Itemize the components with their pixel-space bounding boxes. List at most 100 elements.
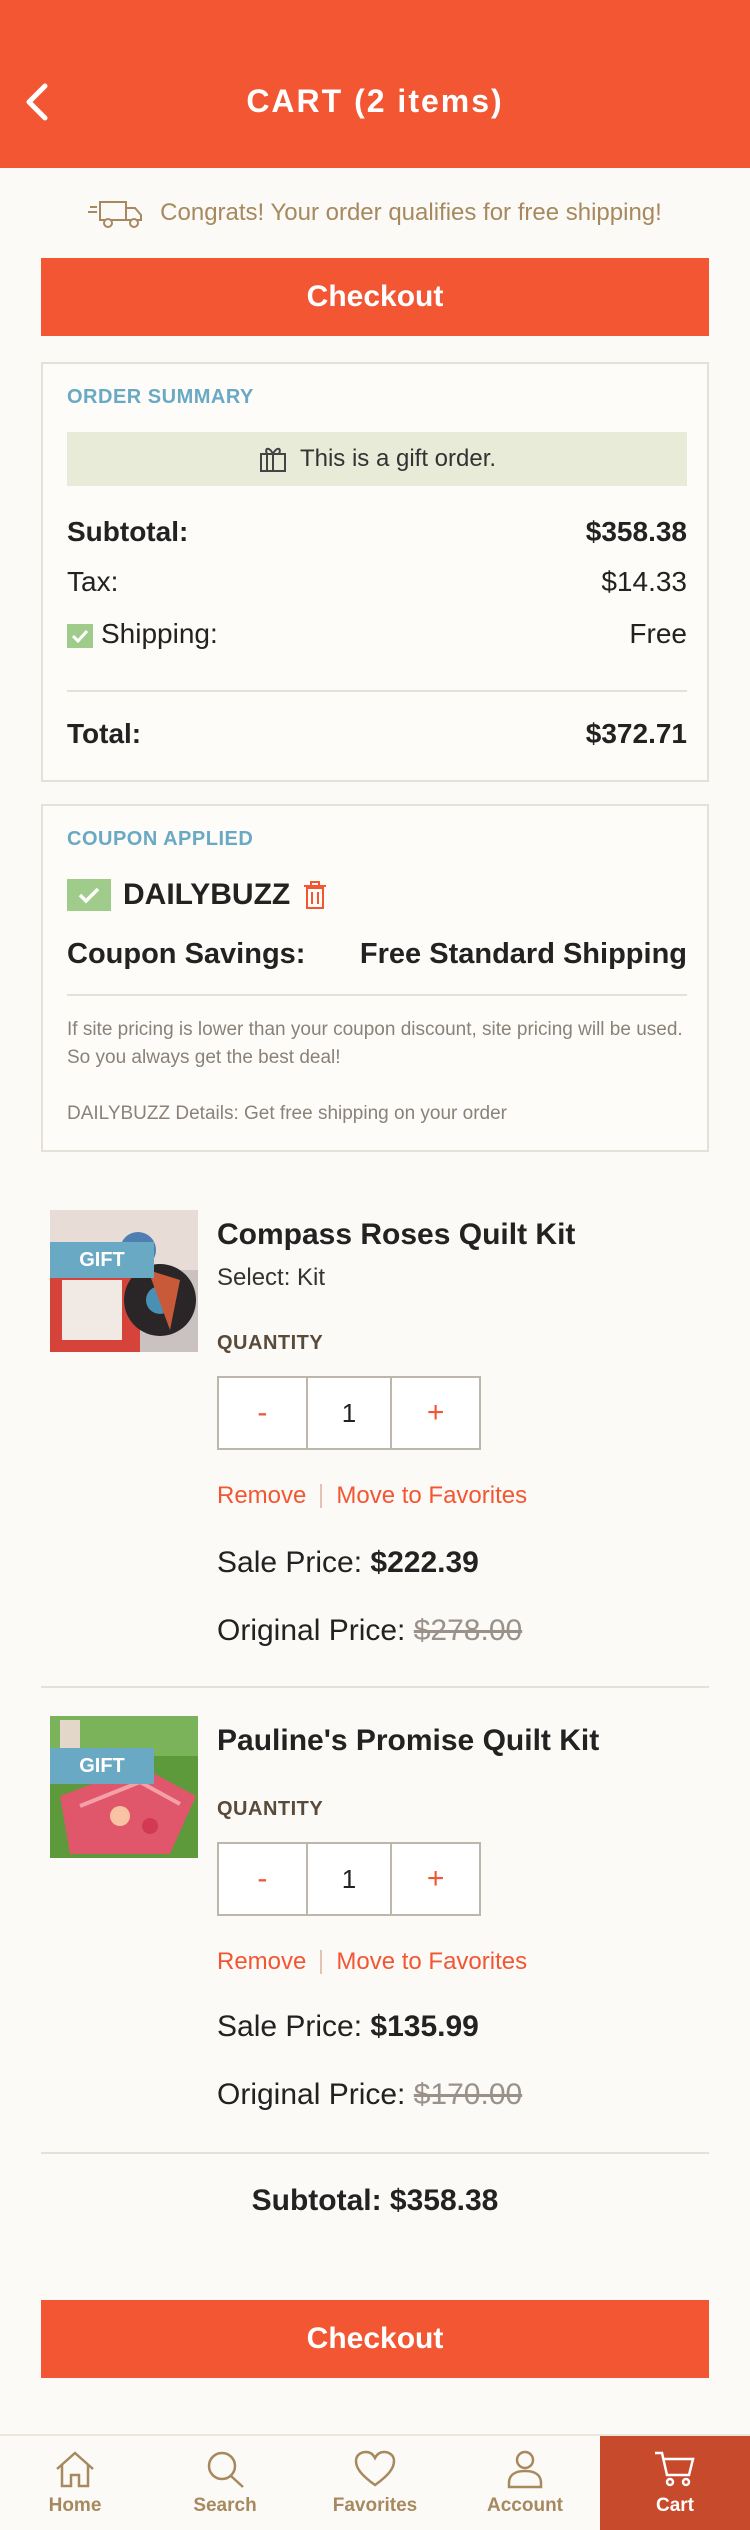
checkout-button-bottom[interactable]: Checkout (41, 2300, 709, 2378)
coupon-divider (67, 994, 687, 996)
checkout-button-top[interactable]: Checkout (41, 258, 709, 336)
sale-price-value: $135.99 (370, 2010, 479, 2043)
link-separator (320, 1950, 323, 1974)
gift-order-note: This is a gift order. (67, 432, 687, 486)
coupon-details: DAILYBUZZ Details: Get free shipping on … (67, 1103, 508, 1124)
quantity-value[interactable]: 1 (305, 1378, 393, 1448)
move-to-favorites-link[interactable]: Move to Favorites (336, 1482, 527, 1510)
bottom-tab-bar: Home Search Favorites Account Cart (0, 2434, 750, 2530)
shipping-value: Free (629, 618, 687, 649)
sale-price-label: Sale Price: (217, 1546, 363, 1579)
back-button[interactable] (14, 76, 58, 128)
increase-quantity-button[interactable]: + (392, 1844, 479, 1914)
original-price-label: Original Price: (217, 1614, 406, 1647)
order-summary-label: ORDER SUMMARY (67, 386, 254, 408)
move-to-favorites-link[interactable]: Move to Favorites (336, 1948, 527, 1976)
quantity-stepper: - 1 + (217, 1376, 481, 1450)
sale-price-value: $222.39 (370, 1546, 479, 1579)
free-shipping-message: Congrats! Your order qualifies for free … (160, 199, 662, 226)
tab-label: Home (48, 2495, 102, 2516)
remove-link[interactable]: Remove (217, 1482, 306, 1510)
product-option: Select: Kit (217, 1264, 326, 1291)
tab-search[interactable]: Search (150, 2436, 300, 2530)
subtotal-value: $358.38 (585, 516, 687, 547)
remove-link[interactable]: Remove (217, 1948, 306, 1976)
sale-price-label: Sale Price: (217, 2010, 363, 2043)
gift-badge: GIFT (50, 1242, 154, 1278)
total-value: $372.71 (585, 718, 687, 749)
check-icon (67, 623, 93, 648)
tab-label: Cart (655, 2495, 694, 2516)
coupon-label: COUPON APPLIED (67, 828, 254, 850)
shipping-label-wrap: Shipping: (67, 618, 218, 650)
page-title: CART (2 items) (246, 82, 504, 119)
free-shipping-banner: Congrats! Your order qualifies for free … (0, 190, 750, 236)
tab-account[interactable]: Account (450, 2436, 600, 2530)
coupon-savings-row: Coupon Savings: Free Standard Shipping (67, 938, 687, 971)
original-price-label: Original Price: (217, 2078, 406, 2111)
quilt-image-icon (50, 1716, 198, 1858)
subtotal-label: Subtotal: (67, 516, 189, 547)
decrease-quantity-button[interactable]: - (219, 1844, 306, 1914)
search-icon (207, 2451, 244, 2488)
shipping-label: Shipping: (101, 618, 218, 649)
truck-icon (88, 201, 143, 228)
coupon-savings-label: Coupon Savings: (67, 938, 306, 970)
coupon-savings-value: Free Standard Shipping (359, 938, 687, 970)
quilt-image-icon (50, 1210, 198, 1352)
chevron-left-icon (26, 83, 48, 121)
item-divider (41, 2152, 709, 2154)
original-price: Original Price: $278.00 (217, 1614, 522, 1648)
cart-icon (655, 2451, 695, 2487)
cart-subtotal: Subtotal: $358.38 (251, 2184, 499, 2217)
cart-header: CART (2 items) (0, 0, 750, 168)
remove-coupon-button[interactable] (302, 880, 328, 910)
tab-favorites[interactable]: Favorites (300, 2436, 450, 2530)
gift-icon (259, 447, 286, 472)
order-summary-card: ORDER SUMMARY This is a gift order. Subt… (41, 362, 709, 782)
total-row: Total: $372.71 (67, 718, 687, 750)
sale-price: Sale Price: $222.39 (217, 1546, 479, 1580)
item-divider (41, 1686, 709, 1688)
shipping-row: Shipping: Free (67, 618, 687, 650)
tax-value: $14.33 (601, 566, 687, 597)
original-price: Original Price: $170.00 (217, 2078, 522, 2112)
cart-item: GIFT Pauline's Promise Quilt Kit QUANTIT… (41, 1714, 709, 2114)
tax-row: Tax: $14.33 (67, 566, 687, 598)
subtotal-row: Subtotal: $358.38 (67, 516, 687, 548)
cart-item: GIFT Compass Roses Quilt Kit Select: Kit… (41, 1206, 709, 1656)
home-icon (56, 2451, 94, 2488)
original-price-value: $278.00 (413, 1614, 523, 1647)
summary-divider (67, 690, 687, 692)
product-name[interactable]: Pauline's Promise Quilt Kit (217, 1724, 599, 1758)
quantity-label: QUANTITY (217, 1332, 324, 1354)
tax-label: Tax: (67, 566, 119, 597)
increase-quantity-button[interactable]: + (392, 1378, 479, 1448)
coupon-card: COUPON APPLIED DAILYBUZZ Coupon Savings:… (41, 804, 709, 1152)
product-thumbnail[interactable]: GIFT (50, 1210, 198, 1352)
product-thumbnail[interactable]: GIFT (50, 1716, 198, 1858)
total-label: Total: (67, 718, 142, 749)
quantity-value[interactable]: 1 (305, 1844, 393, 1914)
tab-cart[interactable]: Cart (600, 2436, 750, 2530)
link-separator (320, 1484, 323, 1508)
heart-icon (354, 2450, 396, 2487)
item-actions: Remove Move to Favorites (217, 1948, 527, 1976)
trash-icon (304, 881, 327, 909)
tab-label: Account (487, 2495, 563, 2516)
tab-label: Search (193, 2495, 257, 2516)
decrease-quantity-button[interactable]: - (219, 1378, 306, 1448)
coupon-code: DAILYBUZZ (123, 878, 291, 911)
gift-badge: GIFT (50, 1748, 154, 1784)
gift-order-text: This is a gift order. (299, 445, 497, 472)
sale-price: Sale Price: $135.99 (217, 2010, 479, 2044)
check-icon (67, 879, 111, 911)
person-icon (507, 2450, 543, 2489)
coupon-code-row: DAILYBUZZ (67, 878, 328, 912)
tab-home[interactable]: Home (0, 2436, 150, 2530)
item-actions: Remove Move to Favorites (217, 1482, 527, 1510)
quantity-stepper: - 1 + (217, 1842, 481, 1916)
product-name[interactable]: Compass Roses Quilt Kit (217, 1218, 575, 1252)
coupon-note: If site pricing is lower than your coupo… (67, 1019, 683, 1068)
tab-label: Favorites (332, 2495, 418, 2516)
